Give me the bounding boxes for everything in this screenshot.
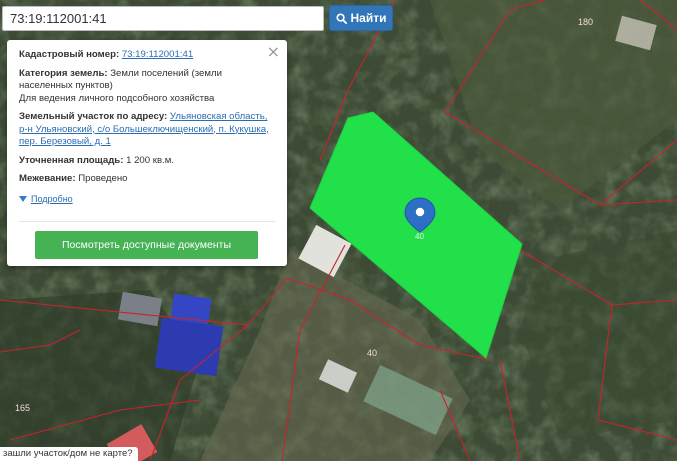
search-button[interactable]: Найти — [329, 5, 393, 31]
parcel-label-180: 180 — [578, 17, 593, 27]
area-row: Уточненная площадь: 1 200 кв.м. — [19, 155, 275, 168]
blue-roof-annex — [170, 293, 212, 325]
search-icon — [335, 12, 347, 24]
area-value: 1 200 кв.м. — [126, 154, 174, 166]
close-icon[interactable]: × — [267, 44, 280, 60]
parcel-label-165: 165 — [15, 403, 30, 413]
details-link[interactable]: Подробно — [31, 193, 73, 206]
survey-row: Межевание: Проведено — [19, 173, 275, 186]
land-category-label: Категория земель: — [19, 67, 108, 79]
land-category-row: Категория земель: Земли поселений (земли… — [19, 68, 275, 106]
triangle-down-icon — [19, 195, 27, 202]
blue-roof-building — [154, 317, 224, 377]
footer-hint[interactable]: зашли участок/дом не карте? — [0, 447, 138, 461]
survey-value: Проведено — [78, 173, 128, 184]
parcel-label-40: 40 — [367, 348, 377, 358]
parcel-info-popup: × Кадастровый номер: 73:19:112001:41 Кат… — [7, 40, 287, 266]
address-row: Земельный участок по адресу: Ульяновская… — [19, 111, 275, 149]
land-usage-value: Для ведения личного подсобного хозяйства — [19, 92, 215, 104]
area-label: Уточненная площадь: — [19, 154, 124, 166]
cadastral-number-row: Кадастровый номер: 73:19:112001:41 — [19, 49, 275, 62]
cadastral-number-label: Кадастровый номер: — [19, 49, 120, 60]
cadastral-number-link[interactable]: 73:19:112001:41 — [122, 49, 193, 60]
search-button-label: Найти — [350, 11, 387, 25]
popup-divider — [19, 221, 275, 222]
cadastral-search-input[interactable] — [2, 6, 324, 31]
survey-label: Межевание: — [19, 173, 76, 184]
view-documents-button[interactable]: Посмотреть доступные документы — [35, 231, 258, 259]
address-label: Земельный участок по адресу: — [19, 111, 168, 122]
marker-number-label: 40 — [415, 232, 424, 241]
view-documents-label: Посмотреть доступные документы — [61, 238, 231, 251]
details-toggle[interactable]: Подробно — [19, 193, 275, 206]
